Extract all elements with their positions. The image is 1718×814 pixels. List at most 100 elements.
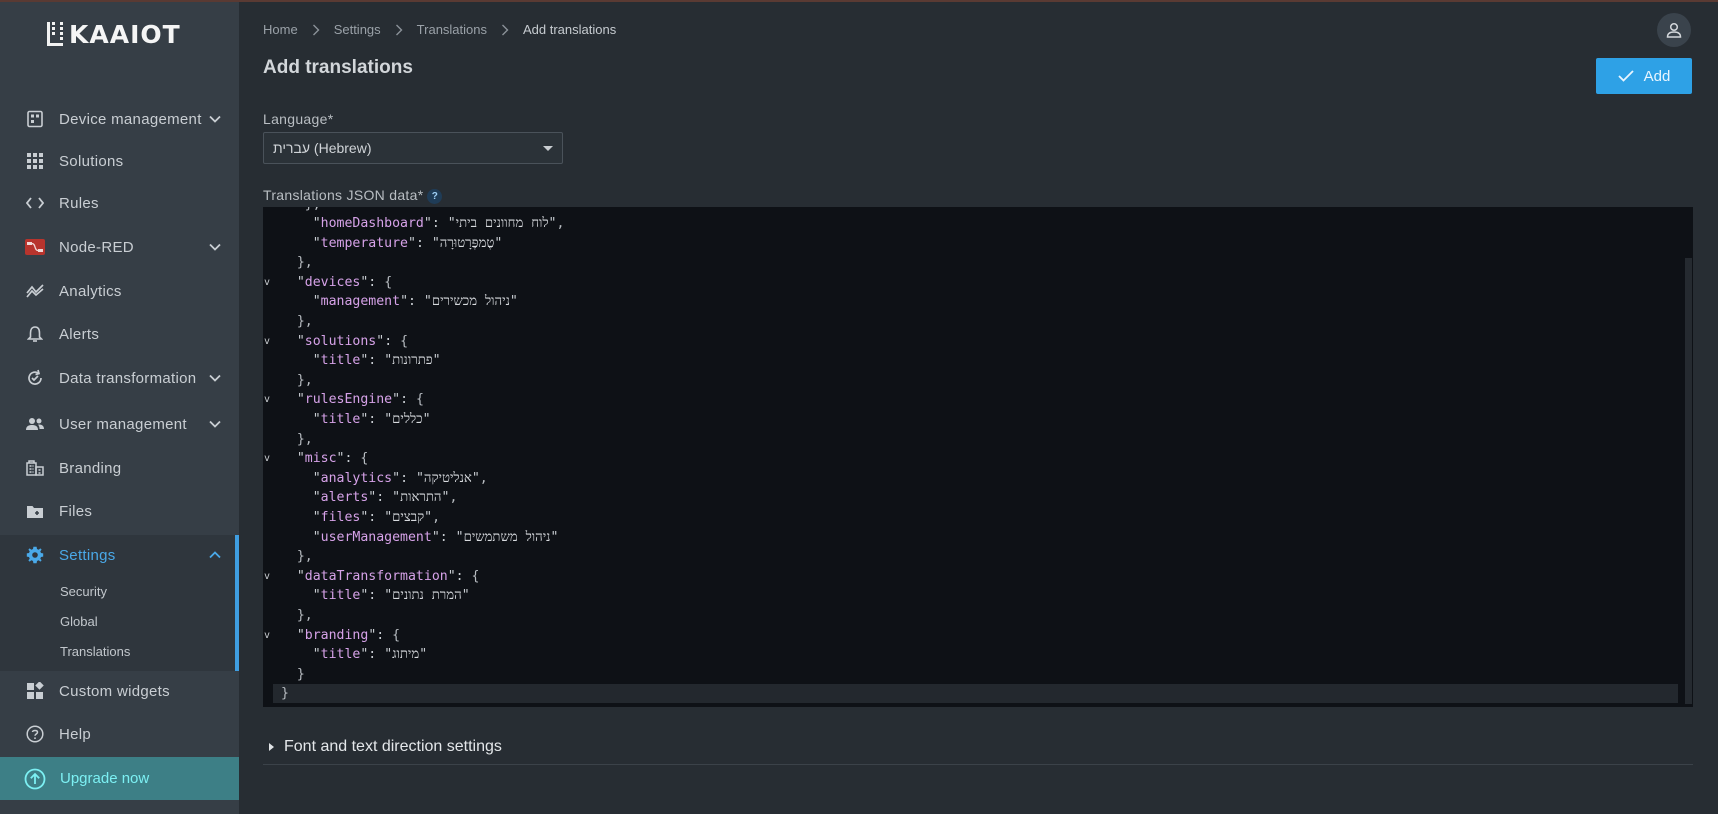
fold-toggle-icon[interactable]: v — [264, 390, 270, 409]
sidebar-item-device-management[interactable]: Device management — [0, 99, 239, 139]
code-line: "analytics": "אנליטיקה", — [312, 470, 488, 486]
code-line: }, — [273, 312, 1678, 331]
sidebar: KAAIOT Device management Solutions Rules… — [0, 2, 239, 814]
branding-icon — [25, 458, 45, 478]
code-line: }, — [273, 430, 1678, 449]
json-value: פתרונות — [392, 353, 433, 369]
json-key: misc — [304, 451, 337, 467]
json-value: אנליטיקה — [423, 470, 472, 486]
files-icon — [25, 501, 45, 521]
add-button[interactable]: Add — [1596, 58, 1692, 94]
translations-json-label-text: Translations JSON data* — [263, 187, 424, 203]
device-icon — [25, 109, 45, 129]
fold-toggle-icon[interactable]: v — [264, 567, 270, 586]
breadcrumb: Home Settings Translations Add translati… — [263, 22, 616, 37]
sidebar-item-label: Files — [59, 502, 93, 520]
code-icon — [25, 193, 45, 213]
chevron-down-icon — [208, 371, 222, 385]
sidebar-item-label: Data transformation — [59, 369, 197, 387]
node-red-icon — [25, 237, 45, 257]
code-line: "files": "קבצים", — [312, 510, 441, 525]
sidebar-item-label: Help — [59, 725, 92, 743]
editor-scrollbar[interactable] — [1678, 207, 1693, 707]
code-line-partial: }, — [273, 207, 1678, 214]
sidebar-subitem-translations[interactable]: Translations — [60, 644, 130, 659]
breadcrumb-current: Add translations — [523, 22, 617, 37]
json-key: rulesEngine — [304, 392, 393, 408]
upgrade-now-button[interactable]: Upgrade now — [0, 757, 239, 800]
json-punctuation: }, — [296, 314, 313, 329]
help-icon[interactable]: ? — [427, 188, 443, 204]
breadcrumb-home[interactable]: Home — [263, 22, 298, 37]
json-value: התראות — [400, 490, 442, 506]
code-line: "dataTransformation": {v — [264, 568, 480, 584]
logo-mark-icon — [47, 22, 63, 46]
users-icon — [25, 414, 45, 434]
fold-toggle-icon[interactable]: v — [264, 332, 270, 351]
font-direction-settings-toggle[interactable]: Font and text direction settings — [263, 729, 1693, 765]
breadcrumb-settings[interactable]: Settings — [334, 22, 381, 37]
json-punctuation: } — [296, 666, 305, 682]
sidebar-item-data-transformation[interactable]: Data transformation — [0, 358, 239, 398]
sidebar-item-label: Analytics — [59, 282, 122, 300]
transform-icon — [25, 368, 45, 388]
sidebar-item-analytics[interactable]: Analytics — [0, 271, 239, 311]
code-line: }, — [273, 606, 1678, 625]
json-key: alerts — [320, 490, 369, 506]
sidebar-item-branding[interactable]: Branding — [0, 448, 239, 488]
json-key: solutions — [304, 333, 377, 349]
widgets-icon — [25, 681, 45, 701]
json-key: temperature — [320, 235, 408, 251]
settings-section: Settings Security Global Translations — [0, 535, 239, 671]
sidebar-item-rules[interactable]: Rules — [0, 183, 239, 223]
sidebar-item-node-red[interactable]: Node-RED — [0, 227, 239, 267]
sidebar-item-label: User management — [59, 415, 187, 433]
top-accent-line — [0, 0, 1718, 2]
sidebar-item-settings[interactable]: Settings — [0, 535, 239, 575]
sidebar-item-label: Solutions — [59, 152, 124, 170]
code-line: "title": "פתרונות" — [312, 353, 441, 369]
user-avatar-button[interactable] — [1657, 13, 1691, 47]
json-value: קבצים — [392, 510, 425, 525]
sidebar-subitem-global[interactable]: Global — [60, 614, 98, 629]
sidebar-item-user-management[interactable]: User management — [0, 404, 239, 444]
gear-icon — [25, 545, 45, 565]
json-key: title — [320, 588, 361, 604]
sidebar-item-alerts[interactable]: Alerts — [0, 314, 239, 354]
json-value: המרת נתונים — [392, 588, 462, 604]
language-select[interactable]: עברית (Hebrew) — [263, 132, 563, 164]
sidebar-item-custom-widgets[interactable]: Custom widgets — [0, 671, 239, 711]
chevron-right-icon — [395, 24, 403, 35]
sidebar-item-files[interactable]: Files — [0, 491, 239, 531]
code-line: "userManagement": "ניהול משתמשים" — [312, 529, 559, 545]
code-line: }, — [273, 547, 1678, 566]
chevron-up-icon — [208, 548, 222, 562]
json-key: branding — [304, 627, 369, 643]
logo-text: KAAIOT — [69, 19, 181, 49]
json-value: טֶמפֶּרָטוּרָה — [439, 235, 495, 251]
json-code-editor[interactable]: }, "homeDashboard": "לוח מחוונים ביתי", … — [263, 207, 1693, 707]
sidebar-item-label: Custom widgets — [59, 682, 170, 700]
code-line: "rulesEngine": {v — [264, 392, 424, 408]
add-button-label: Add — [1643, 67, 1671, 85]
language-select-value: עברית (Hebrew) — [273, 140, 372, 156]
sidebar-item-solutions[interactable]: Solutions — [0, 141, 239, 181]
editor-code-area[interactable]: }, "homeDashboard": "לוח מחוונים ביתי", … — [264, 207, 1678, 707]
user-icon — [1666, 22, 1682, 38]
fold-toggle-icon[interactable]: v — [264, 626, 270, 645]
code-line: "management": "ניהול מכשירים" — [312, 294, 518, 310]
json-punctuation: }, — [296, 608, 313, 623]
code-line: "homeDashboard": "לוח מחוונים ביתי", — [312, 216, 565, 231]
json-key: files — [320, 510, 361, 525]
fold-toggle-icon[interactable]: v — [264, 449, 270, 468]
json-value: ניהול משתמשים — [463, 529, 551, 545]
kaaiot-logo[interactable]: KAAIOT — [47, 19, 181, 49]
breadcrumb-translations[interactable]: Translations — [417, 22, 487, 37]
sidebar-item-help[interactable]: Help — [0, 714, 239, 754]
language-label: Language* — [263, 111, 334, 127]
sidebar-subitem-security[interactable]: Security — [60, 584, 107, 599]
fold-toggle-icon[interactable]: v — [264, 273, 270, 292]
chevron-right-icon — [312, 24, 320, 35]
editor-scroll-thumb[interactable] — [1685, 258, 1692, 704]
json-key: dataTransformation — [304, 568, 448, 584]
